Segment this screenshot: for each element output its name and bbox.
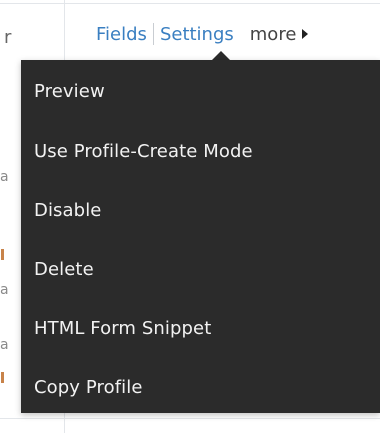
caret-right-icon [302,29,309,39]
toolbar: Fields Settings more [96,21,309,47]
status-marker [1,249,4,260]
menu-item-delete[interactable]: Delete [21,240,380,299]
settings-dropdown-menu: Preview Use Profile-Create Mode Disable … [21,60,380,413]
table-row-divider [0,3,380,4]
menu-item-use-profile-create-mode[interactable]: Use Profile-Create Mode [21,122,380,181]
column-header-fragment: r [4,27,12,48]
menu-item-preview[interactable]: Preview [21,60,380,122]
menu-item-disable[interactable]: Disable [21,181,380,240]
more-label: more [249,23,297,45]
menu-item-copy-profile[interactable]: Copy Profile [21,358,380,417]
menu-item-html-form-snippet[interactable]: HTML Form Snippet [21,299,380,358]
settings-link[interactable]: Settings [160,24,234,45]
toolbar-separator [152,23,154,45]
more-button[interactable]: more [250,24,309,45]
fields-link[interactable]: Fields [96,24,147,45]
background-text-fragment: a [0,337,9,353]
menu-pointer [212,51,230,60]
page: r a a a Fields Settings more Preview Use… [0,0,380,433]
background-text-fragment: a [0,282,9,298]
table-row-divider [0,418,380,419]
background-text-fragment: a [0,169,9,185]
status-marker [1,372,4,383]
